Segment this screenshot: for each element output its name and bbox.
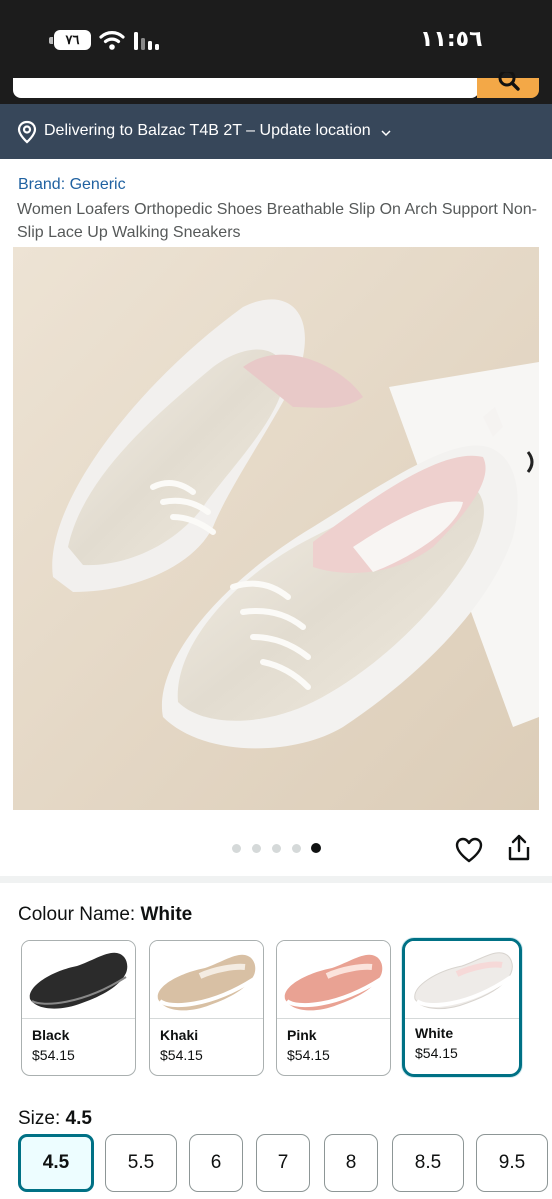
size-option[interactable]: 7 <box>256 1134 310 1192</box>
colour-option-khaki[interactable]: Khaki $54.15 <box>149 940 264 1076</box>
colour-option-pink[interactable]: Pink $54.15 <box>276 940 391 1076</box>
swatch-price: $54.15 <box>160 1047 203 1063</box>
delivery-location-bar[interactable]: Delivering to Balzac T4B 2T – Update loc… <box>0 104 552 159</box>
status-bar: ٧٦ ١١:٥٦ <box>0 0 552 80</box>
share-icon[interactable] <box>507 834 531 862</box>
product-image[interactable] <box>13 247 539 810</box>
swatch-name: Khaki <box>160 1027 199 1043</box>
colour-option-black[interactable]: Black $54.15 <box>21 940 136 1076</box>
selected-size: 4.5 <box>65 1108 92 1129</box>
search-icon <box>498 72 520 91</box>
search-input[interactable] <box>13 78 479 98</box>
swatch-name: White <box>415 1025 454 1041</box>
cellular-signal-icon <box>134 32 159 50</box>
swatch-thumbnail <box>405 941 519 1019</box>
size-option[interactable]: 9.5 <box>476 1134 548 1192</box>
swatch-price: $54.15 <box>32 1047 75 1063</box>
swatch-name: Pink <box>287 1027 317 1043</box>
clock: ١١:٥٦ <box>420 27 483 52</box>
size-label-text: Size: <box>18 1108 66 1129</box>
size-option[interactable]: 8 <box>324 1134 378 1192</box>
swatch-price: $54.15 <box>415 1045 458 1061</box>
carousel-dot[interactable] <box>292 844 301 853</box>
carousel-dot[interactable] <box>232 844 241 853</box>
carousel-dot-active[interactable] <box>311 843 321 853</box>
image-carousel-indicator <box>230 843 330 855</box>
brand-link[interactable]: Brand: Generic <box>18 176 126 194</box>
heart-icon[interactable] <box>455 837 483 863</box>
colour-label-text: Colour Name: <box>18 904 141 925</box>
product-title: Women Loafers Orthopedic Shoes Breathabl… <box>17 201 537 241</box>
search-button[interactable] <box>477 72 539 98</box>
size-option[interactable]: 8.5 <box>392 1134 464 1192</box>
swatch-name: Black <box>32 1027 70 1043</box>
delivery-location-text[interactable]: Delivering to Balzac T4B 2T – Update loc… <box>44 122 371 140</box>
swatch-price: $54.15 <box>287 1047 330 1063</box>
location-pin-icon <box>17 120 37 144</box>
colour-name-label: Colour Name: White <box>18 904 192 926</box>
shoe-photo <box>13 247 539 810</box>
swatch-thumbnail <box>22 941 135 1019</box>
selected-colour: White <box>140 904 193 925</box>
size-label: Size: 4.5 <box>18 1108 92 1130</box>
colour-option-white[interactable]: White $54.15 <box>402 938 522 1077</box>
chevron-down-icon <box>381 130 391 137</box>
swatch-thumbnail <box>150 941 263 1019</box>
size-option[interactable]: 4.5 <box>18 1134 94 1192</box>
section-divider <box>0 876 552 883</box>
size-option[interactable]: 5.5 <box>105 1134 177 1192</box>
wifi-icon <box>99 31 125 50</box>
battery-indicator: ٧٦ <box>49 30 91 50</box>
carousel-dot[interactable] <box>272 844 281 853</box>
swatch-thumbnail <box>277 941 390 1019</box>
size-option[interactable]: 6 <box>189 1134 243 1192</box>
carousel-dot[interactable] <box>252 844 261 853</box>
